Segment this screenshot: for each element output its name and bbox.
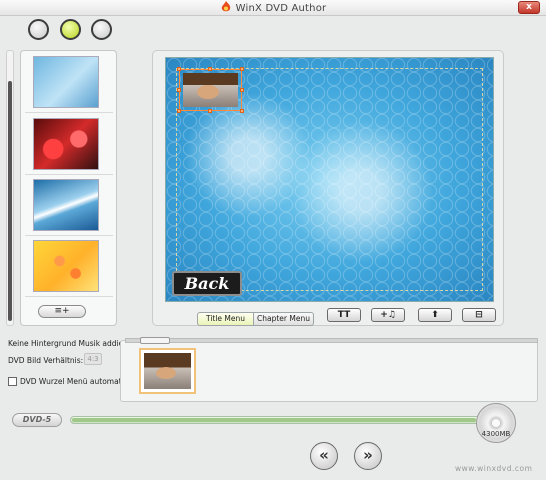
resize-handle[interactable] [240,88,244,92]
add-text-button[interactable]: TT [327,308,361,322]
window-title: WinX DVD Author [235,3,327,14]
template-thumb-red-flowers[interactable] [33,118,99,170]
template-scroll-thumb[interactable] [8,81,12,321]
title-bar: WinX DVD Author x [0,0,546,16]
tab-chapter-menu[interactable]: Chapter Menu [254,312,314,326]
template-thumb-blue-waves[interactable] [33,179,99,231]
circle-button-3[interactable] [91,19,112,40]
app-logo-icon [221,1,230,12]
website-watermark: www.winxdvd.com [455,464,533,473]
divider [25,235,113,236]
divider [25,112,113,113]
menu-preview-screen[interactable]: Back [165,57,494,302]
music-status-label: Keine Hintergrund Musik addiert [8,339,130,348]
template-thumb-yellow-flowers[interactable] [33,240,99,292]
divider [25,296,113,297]
resize-handle[interactable] [177,88,181,92]
template-list [20,50,117,326]
circle-button-1[interactable] [28,19,49,40]
add-menu-button[interactable]: ≡+ [38,305,86,318]
template-scrollbar[interactable] [6,50,14,326]
back-button[interactable]: Back [172,271,242,296]
next-button[interactable]: » [354,442,382,470]
video-clip-thumbnail[interactable] [139,348,196,394]
tab-title-menu[interactable]: Title Menu [197,312,254,326]
clip-frame-image [144,353,191,389]
capacity-bar-fill [72,418,476,422]
timeline-scroll-knob[interactable] [140,337,170,344]
dvd-type-badge[interactable]: DVD-5 [12,413,62,427]
move-up-button[interactable]: ⬆ [418,308,452,322]
resize-handle[interactable] [240,109,244,113]
resize-handle[interactable] [177,109,181,113]
capacity-bar [70,416,490,424]
timeline-scrollbar[interactable] [125,337,538,344]
template-thumb-blue-mosaic[interactable] [33,56,99,108]
disc-size-label: 4300MB [481,430,511,438]
selected-video-thumbnail[interactable] [177,67,244,113]
resize-handle[interactable] [240,67,244,71]
resize-handle[interactable] [208,109,212,113]
video-frame-image [183,73,238,107]
aspect-ratio-select[interactable]: 4:3 [84,353,102,365]
resize-handle[interactable] [208,67,212,71]
add-music-button[interactable]: +♫ [371,308,405,322]
previous-button[interactable]: « [310,442,338,470]
aspect-ratio-label: DVD Bild Verhältnis: [8,356,84,365]
resize-handle[interactable] [177,67,181,71]
window-title-wrap: WinX DVD Author [0,1,546,14]
frame-button[interactable]: ⊟ [462,308,496,322]
circle-button-2[interactable] [60,19,81,40]
close-button[interactable]: x [518,1,540,14]
auto-root-menu-checkbox[interactable] [8,377,17,386]
divider [25,174,113,175]
